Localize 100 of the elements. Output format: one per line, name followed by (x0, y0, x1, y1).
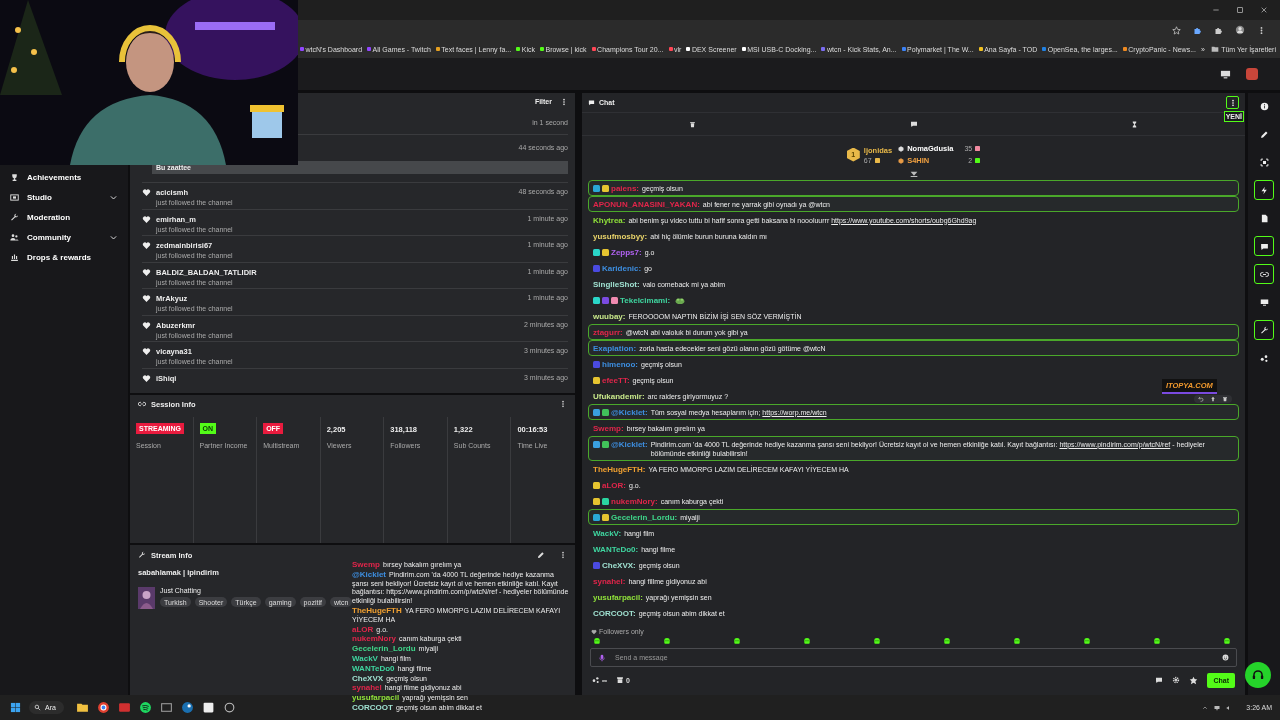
heart-icon (142, 214, 151, 224)
video-icon[interactable] (117, 701, 131, 714)
emote-icon[interactable] (733, 637, 741, 645)
username[interactable]: SinglleShot: (593, 279, 640, 289)
rail-button[interactable] (1254, 180, 1274, 200)
nav-item[interactable]: Studio (0, 187, 128, 207)
username[interactable]: CheXVX: (602, 560, 636, 570)
gift-icon (874, 157, 880, 163)
wrench-icon (138, 551, 146, 559)
nav-item[interactable]: Moderation (0, 207, 128, 227)
windows-icon[interactable] (10, 702, 21, 713)
username[interactable]: WackV: (593, 528, 622, 538)
more-icon[interactable] (559, 551, 567, 559)
nav-item[interactable]: Community (0, 227, 128, 247)
wrench-icon (10, 212, 19, 222)
trash-icon[interactable] (689, 120, 696, 128)
chevron-down-icon[interactable] (909, 171, 918, 177)
more-button[interactable] (1226, 96, 1239, 109)
support-button[interactable] (1245, 662, 1271, 688)
box-icon[interactable] (159, 701, 173, 714)
username[interactable]: TheHugeFTH: (593, 464, 646, 474)
emote-icon[interactable] (1223, 637, 1231, 645)
music-icon[interactable] (138, 701, 152, 714)
rail-button[interactable] (1254, 264, 1274, 284)
hourglass-icon[interactable] (1131, 120, 1138, 128)
heart-icon (591, 628, 597, 635)
username[interactable]: Gecelerin_Lordu: (611, 512, 678, 522)
trophy-icon (10, 172, 19, 182)
close-icon[interactable] (1260, 6, 1268, 14)
circle-icon[interactable] (222, 701, 236, 714)
emote-icon[interactable] (1153, 637, 1161, 645)
people-icon (10, 232, 19, 242)
monitor-icon (1259, 297, 1269, 307)
extension-icon[interactable] (1214, 25, 1223, 35)
trash-icon[interactable] (1222, 396, 1228, 402)
emote-icon[interactable] (873, 637, 881, 645)
emote-icon[interactable] (803, 637, 811, 645)
emote-icon[interactable] (593, 637, 601, 645)
edit-icon[interactable] (537, 551, 545, 559)
wrench-icon (1259, 325, 1269, 335)
emoji-icon[interactable] (1222, 654, 1229, 661)
sparkle-icon[interactable] (1189, 675, 1199, 685)
heart-icon (142, 188, 151, 197)
document-icon (1259, 213, 1269, 223)
more-icon[interactable] (559, 400, 567, 408)
emote-icon[interactable] (943, 637, 951, 645)
undo-icon[interactable] (1198, 396, 1204, 402)
username[interactable]: Zepps7: (611, 247, 642, 257)
star-icon[interactable] (1172, 25, 1181, 35)
screen-icon[interactable] (1220, 68, 1231, 80)
username[interactable]: @Kicklet: (611, 439, 648, 449)
heart-icon (142, 347, 151, 356)
emote-icon[interactable] (1083, 637, 1091, 645)
search-icon (34, 704, 41, 711)
username[interactable]: WANTeDo0: (593, 544, 639, 554)
scan-icon (1259, 157, 1269, 167)
rail-button[interactable] (1254, 236, 1274, 256)
username[interactable]: Ufukandemir: (593, 391, 645, 401)
username[interactable]: Tekelcimami: (620, 295, 671, 305)
profile-icon[interactable] (1235, 25, 1245, 35)
heart-icon (142, 294, 151, 303)
emote-icon[interactable] (663, 637, 671, 645)
username[interactable]: Khytrea: (593, 215, 626, 225)
gift-icon (975, 146, 981, 151)
username[interactable]: yusufarpacil: (593, 592, 643, 602)
bars-icon (10, 252, 19, 262)
username[interactable]: @Kicklet: (611, 407, 648, 417)
username[interactable]: Exaplation: (593, 343, 637, 353)
gift-icon (975, 158, 981, 163)
nav-item[interactable]: Drops & rewards (0, 247, 128, 267)
chat-icon[interactable] (909, 120, 918, 128)
chat-icon[interactable] (1155, 676, 1164, 684)
browser-icon[interactable] (96, 701, 110, 714)
pin-icon[interactable] (1210, 396, 1216, 402)
emote-icon[interactable] (1013, 637, 1021, 645)
link-icon (1259, 269, 1269, 279)
app-logo-icon[interactable] (1246, 68, 1258, 80)
more-icon[interactable] (560, 97, 568, 106)
heart-icon (142, 241, 151, 250)
steam-icon[interactable] (180, 701, 194, 714)
info-icon (1259, 101, 1269, 111)
username[interactable]: wuubay: (593, 311, 626, 321)
mic-icon[interactable] (598, 653, 606, 662)
window-icon[interactable] (201, 701, 215, 714)
session-icon (138, 400, 146, 408)
rail-button[interactable] (1254, 320, 1274, 340)
folder-icon[interactable] (75, 701, 89, 714)
nav-item[interactable]: Achievements (0, 167, 128, 187)
settings-icon[interactable] (1172, 676, 1181, 684)
bolt-icon (1259, 185, 1269, 195)
puzzle-icon[interactable] (1193, 25, 1202, 35)
maximize-icon[interactable] (1236, 6, 1244, 14)
username[interactable]: yusufmosbyy: (593, 231, 648, 241)
folder-icon (1211, 45, 1220, 53)
username[interactable]: CORCOOT: (593, 608, 636, 618)
category-thumbnail (138, 587, 155, 609)
film-icon (10, 192, 19, 202)
username[interactable]: himenoo: (602, 359, 638, 369)
username[interactable]: Karidenic: (602, 263, 642, 273)
chat-icon (1259, 241, 1269, 251)
